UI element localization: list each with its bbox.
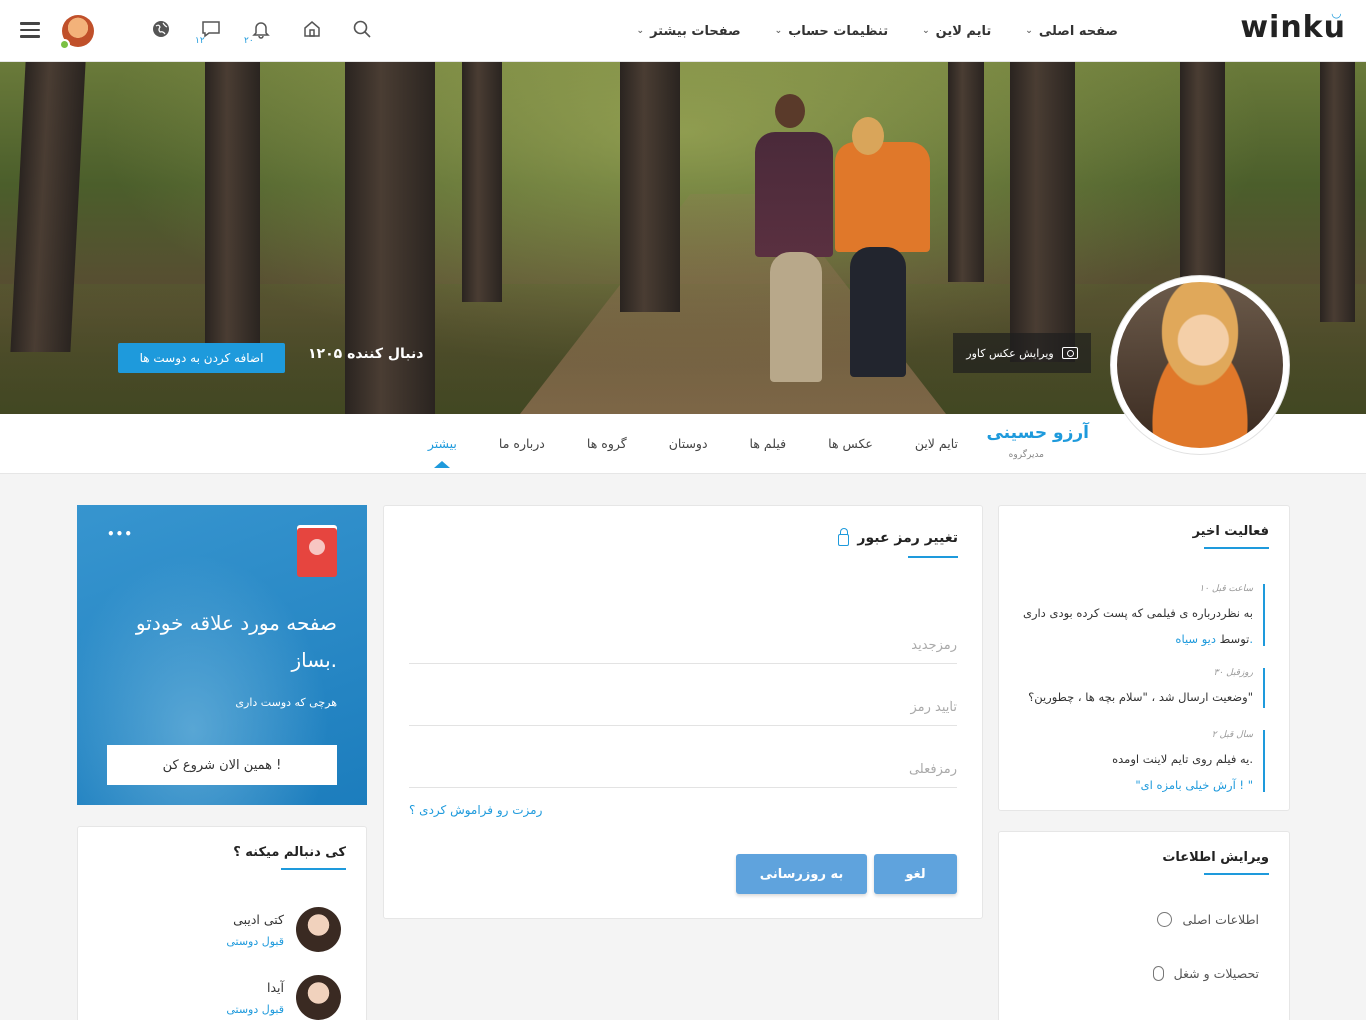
profile-role: مدیرگروه	[1008, 450, 1044, 460]
avatar[interactable]	[296, 975, 341, 1020]
activity-item: ۱۰ ساعت قبل به نظردرباره ی فیلمی که پست …	[1015, 584, 1265, 646]
top-bar: winku ◡ صفحه اصلی ⌄ تایم لاین ⌄ تنظیمات حسا…	[0, 0, 1366, 62]
more-options-icon[interactable]: •••	[107, 527, 133, 541]
forgot-password-link[interactable]: رمزت رو فراموش کردی ؟	[409, 803, 542, 817]
activity-item: ۳۰ روزقبل وضعیت ارسال شد ، "سلام بچه ها …	[1015, 668, 1265, 708]
tab-more[interactable]: بیشتر	[428, 414, 457, 472]
edit-info-card: ویرایش اطلاعات اطلاعات اصلی تحصیلات و شغ…	[998, 831, 1290, 1020]
globe-icon[interactable]	[150, 18, 172, 40]
online-status-dot	[59, 39, 70, 50]
chevron-down-icon: ⌄	[1025, 26, 1033, 36]
create-page-promo: ••• صفحه مورد علاقه خودتو بساز. هرچی که …	[77, 505, 367, 805]
add-friend-button[interactable]: اضافه کردن به دوست ها	[118, 343, 285, 373]
activity-item: ۲ سال قبل یه فیلم روی تایم لاینت اومده. …	[1015, 730, 1265, 792]
mouse-icon	[1152, 966, 1164, 981]
info-icon	[1157, 912, 1173, 927]
user-avatar[interactable]	[59, 15, 94, 50]
chevron-down-icon: ⌄	[922, 26, 930, 36]
menu-icon[interactable]	[20, 22, 40, 38]
tab-videos[interactable]: فیلم ها	[750, 414, 787, 472]
messages-count: ۱۲	[195, 36, 205, 46]
promo-headline: صفحه مورد علاقه خودتو بساز.	[135, 611, 337, 672]
recent-activity-title: فعالیت اخیر	[1193, 524, 1270, 549]
start-now-button[interactable]: همین الان شروع کن !	[107, 745, 337, 785]
tab-photos[interactable]: عکس ها	[828, 414, 873, 472]
logo[interactable]: winku ◡	[1240, 6, 1346, 45]
follower-name[interactable]: کتی ادیبی	[226, 912, 284, 927]
cancel-button[interactable]: لغو	[874, 854, 957, 894]
tab-friends[interactable]: دوستان	[669, 414, 708, 472]
tab-groups[interactable]: گروه ها	[587, 414, 627, 472]
lock-icon	[838, 528, 850, 546]
follower-name[interactable]: آیدا	[226, 980, 284, 995]
nav-timeline[interactable]: تایم لاین ⌄	[922, 24, 991, 39]
confirm-password-input[interactable]	[409, 690, 957, 726]
accept-friend-link[interactable]: قبول دوستی	[226, 935, 284, 948]
new-password-input[interactable]	[409, 628, 957, 664]
notifications-count: ۲۰	[244, 36, 254, 46]
avatar[interactable]	[296, 907, 341, 952]
tab-timeline[interactable]: تایم لاین	[915, 414, 958, 472]
home-icon[interactable]	[301, 18, 323, 40]
activity-quote-link[interactable]: "آرش خیلی بامزه ای ! "	[1015, 772, 1253, 798]
followers-title: کی دنبالم میکنه ؟	[233, 845, 346, 870]
nav-more-pages[interactable]: صفحات بیشتر ⌄	[637, 24, 741, 39]
list-item: کتی ادیبی قبول دوستی	[226, 907, 341, 952]
chevron-down-icon: ⌄	[774, 26, 783, 36]
nav-home[interactable]: صفحه اصلی ⌄	[1025, 24, 1118, 39]
main-nav: صفحه اصلی ⌄ تایم لاین ⌄ تنظیمات حساب ⌄ صفحا…	[637, 0, 1118, 62]
nav-account-settings[interactable]: تنظیمات حساب ⌄	[775, 24, 888, 39]
change-password-card: تغییر رمز عبور رمزت رو فراموش کردی ؟ لغو…	[383, 505, 983, 919]
edit-basic-info-link[interactable]: اطلاعات اصلی	[1157, 912, 1259, 927]
profile-name: آرزو حسینی	[986, 423, 1089, 443]
edit-info-title: ویرایش اطلاعات	[1162, 850, 1269, 875]
chevron-down-icon: ⌄	[636, 26, 645, 36]
camera-icon	[1061, 347, 1078, 359]
recent-activity-card: فعالیت اخیر ۱۰ ساعت قبل به نظردرباره ی ف…	[998, 505, 1290, 811]
edit-education-link[interactable]: تحصیلات و شغل	[1152, 966, 1259, 981]
search-icon[interactable]	[351, 18, 373, 40]
promo-subtitle: هرچی که دوست داری	[235, 696, 337, 709]
change-password-title: تغییر رمز عبور	[838, 528, 958, 558]
book-icon	[297, 525, 337, 577]
profile-tabs: تایم لاین عکس ها فیلم ها دوستان گروه ها …	[428, 414, 958, 472]
profile-avatar[interactable]	[1110, 275, 1290, 455]
followers-count: ۱۲۰۵ دنبال کننده	[308, 346, 424, 362]
followers-card: کی دنبالم میکنه ؟ کتی ادیبی قبول دوستی آ…	[77, 826, 367, 1020]
accept-friend-link[interactable]: قبول دوستی	[226, 1003, 284, 1016]
current-password-input[interactable]	[409, 752, 957, 788]
tab-about[interactable]: درباره ما	[499, 414, 545, 472]
edit-cover-button[interactable]: ویرایش عکس کاور	[953, 333, 1091, 373]
list-item: آیدا قبول دوستی	[226, 975, 341, 1020]
update-button[interactable]: به روزرسانی	[736, 854, 867, 894]
